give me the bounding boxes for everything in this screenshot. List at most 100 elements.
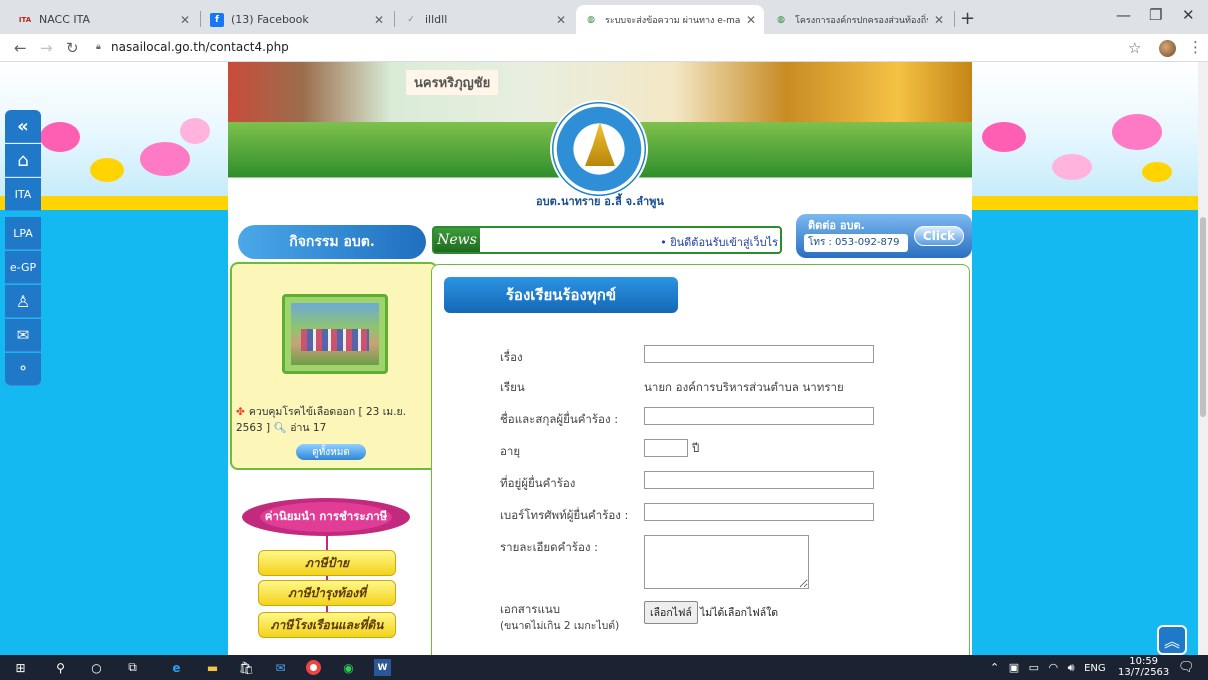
url-field[interactable]: nasailocal.go.th/contact4.php [111,40,289,54]
collapse-menu-icon[interactable]: « [5,110,41,143]
egp-button[interactable]: e-GP [5,251,41,284]
clock-date: 13/7/2563 [1118,667,1170,678]
system-tray: ⌃ ▣ ▭ ◠ 🔊︎ ENG [990,661,1106,675]
tab-email-system[interactable]: ◍ ระบบจะส่งข้อความ ผ่านทาง e-mail ✕ [576,5,764,34]
site-banner: นครหริภุญชัย อบต.นาทราย อ.ลี้ จ.ลำพูน [228,62,972,222]
close-icon[interactable]: ✕ [746,13,756,27]
banner-caption: อบต.นาทราย อ.ลี้ จ.ลำพูน [536,195,664,208]
check-favicon-icon: ✓ [407,14,415,25]
tab-separator [954,11,955,27]
name-label: ชื่อและสกุลผู้ยื่นคำร้อง : [500,412,619,426]
contact-click-button[interactable]: Click [914,226,964,246]
phone-input[interactable] [644,503,874,521]
forward-arrow-icon[interactable]: → [40,39,53,57]
tab-illdll[interactable]: ✓ illdll ✕ [396,5,574,34]
age-input[interactable] [644,439,688,457]
right-flower-background [972,62,1198,210]
activity-heading: กิจกรรม อบต. [238,225,426,259]
user-icon[interactable]: ♙ [5,285,41,318]
building-land-tax-button[interactable]: ภาษีโรงเรือนและที่ดิน [258,612,396,638]
notification-icon[interactable]: 🗨︎ [1178,660,1195,675]
word-icon[interactable]: W [374,659,391,676]
close-icon[interactable]: ✕ [556,13,566,27]
contact-title: ติดต่อ อบต. [808,219,865,232]
tab-title: ระบบจะส่งข้อความ ผ่านทาง e-mail [605,15,740,26]
search-icon[interactable]: ⚲ [52,659,69,676]
signboard-tax-button[interactable]: ภาษีป้าย [258,550,396,576]
bookmark-star-icon[interactable]: ☆ [1128,39,1141,57]
windows-taskbar: ⊞ ⚲ ○ ⧉ e ▬ 🛍︎ ✉ ◉ W ⌃ ▣ ▭ ◠ 🔊︎ ENG 10:5… [0,655,1208,680]
address-input[interactable] [644,471,874,489]
organization-emblem-logo[interactable] [550,100,648,198]
scrollbar-thumb[interactable] [1200,217,1206,417]
news-label: News [434,228,480,252]
activity-photo[interactable] [291,303,379,365]
close-icon[interactable]: ✕ [934,13,944,27]
tab-title: NACC ITA [39,13,91,26]
contact-phone: โทร : 053-092-879 [804,234,908,252]
cortana-icon[interactable]: ○ [88,659,105,676]
wifi-icon[interactable]: ◠ [1049,661,1059,674]
close-icon[interactable]: ✕ [180,13,190,27]
view-all-button[interactable]: ดูทั้งหมด [296,444,366,460]
maximize-icon[interactable]: ❐ [1149,6,1162,24]
local-tax-button[interactable]: ภาษีบำรุงท้องที่ [258,580,396,606]
chrome-icon[interactable] [306,660,321,675]
home-icon[interactable]: ⌂ [5,144,41,177]
tab-nacc-ita[interactable]: ITA NACC ITA ✕ [10,5,198,34]
subject-label: เรื่อง [500,350,523,364]
tab-local-gov-project[interactable]: ◍ โครงการองค์กรปกครองส่วนท้องถิ่น ✕ [766,5,952,34]
new-tab-button[interactable]: + [960,8,975,29]
tab-separator [394,11,395,27]
taskbar-clock[interactable]: 10:59 13/7/2563 [1118,656,1169,678]
news-ticker-text[interactable]: • ยินดีต้อนรับเข้าสู่เว็บไร [488,233,778,251]
address-bar: ← → ↻ 🔒︎ nasailocal.go.th/contact4.php ☆… [0,34,1208,62]
detail-label: รายละเอียดคำร้อง : [500,540,599,554]
scroll-to-top-icon[interactable]: ︽ [1157,625,1187,655]
detail-textarea[interactable] [644,535,809,589]
close-icon[interactable]: ✕ [374,13,384,27]
activity-thumbnail-frame[interactable] [282,294,388,374]
flower-decoration [180,118,210,144]
choose-file-button[interactable]: เลือกไฟล์ [644,601,698,624]
line-app-icon[interactable]: ◉ [340,659,357,676]
network-icon[interactable]: ▣ [1009,661,1019,674]
mail-app-icon[interactable]: ✉ [272,659,289,676]
site-favicon-icon: ◍ [777,14,785,25]
mail-icon[interactable]: ✉ [5,319,41,352]
edge-browser-icon[interactable]: e [168,659,185,676]
to-value: นายก องค์การบริหารส่วนตำบล นาทราย [644,380,844,394]
form-title: ร้องเรียนร้องทุกข์ [444,277,678,313]
store-icon[interactable]: 🛍︎ [238,659,255,676]
subject-input[interactable] [644,345,874,363]
battery-icon[interactable]: ▭ [1029,661,1039,674]
lock-icon[interactable]: 🔒︎ [96,42,101,52]
minimize-icon[interactable]: — [1116,6,1131,24]
reload-icon[interactable]: ↻ [66,39,79,57]
page-scrollbar[interactable] [1198,62,1208,655]
back-arrow-icon[interactable]: ← [14,39,27,57]
age-label: อายุ [500,444,521,458]
profile-avatar[interactable] [1159,40,1176,57]
tray-chevron-icon[interactable]: ⌃ [990,661,999,674]
translate-icon[interactable]: ⚬ [5,353,41,386]
task-view-icon[interactable]: ⧉ [124,659,141,676]
volume-icon[interactable]: 🔊︎ [1068,661,1075,674]
main-content: นครหริภุญชัย อบต.นาทราย อ.ลี้ จ.ลำพูน กิ… [228,62,972,655]
phone-label: เบอร์โทรศัพท์ผู้ยื่นคำร้อง : [500,508,629,522]
clock-time: 10:59 [1129,656,1159,667]
file-explorer-icon[interactable]: ▬ [204,659,221,676]
flower-decoration [982,122,1026,152]
page-viewport: « ⌂ ITA LPA e-GP ♙ ✉ ⚬ นครหริภุญชัย อบต.… [0,62,1198,655]
flower-decoration [40,122,80,152]
activity-news-item[interactable]: ✤ ควบคุมโรคไข้เลือดออก [ 23 เม.ย. 2563 ] … [236,404,436,436]
name-input[interactable] [644,407,874,425]
lpa-button[interactable]: LPA [5,217,41,250]
tab-facebook[interactable]: f (13) Facebook ✕ [202,5,392,34]
activity-read-count: อ่าน 17 [290,422,327,434]
language-indicator[interactable]: ENG [1084,663,1106,674]
browser-menu-icon[interactable]: ⋮ [1188,38,1203,56]
close-window-icon[interactable]: ✕ [1182,6,1195,24]
windows-start-icon[interactable]: ⊞ [12,659,29,676]
ita-button[interactable]: ITA [5,178,41,211]
